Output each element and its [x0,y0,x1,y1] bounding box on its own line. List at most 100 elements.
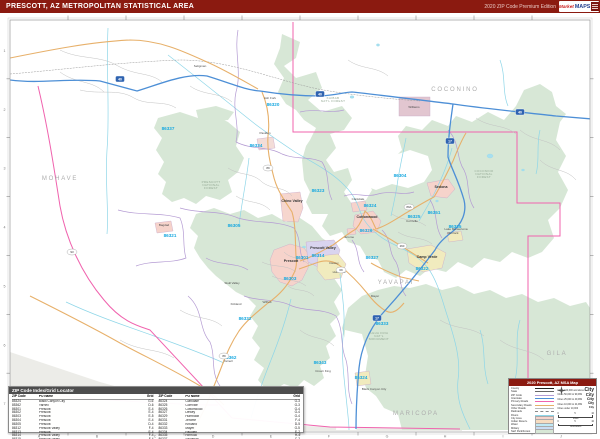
svg-text:17: 17 [448,139,452,143]
highway-shield: 69 [335,266,347,274]
town-label: Sedona [435,185,449,189]
interstate-shield: 40 [115,75,125,83]
zip-code-label: 86327 [366,255,379,260]
forest-label: PRESCOTT NATIONAL FOREST [202,180,221,190]
town-label: Seligman [194,64,207,68]
town-label: Dewey [329,261,339,265]
county-label: MOHAVE [42,176,78,182]
county-label: MARICOPA [393,411,439,417]
county-label: YAVAPAI [378,280,415,286]
zip-code-label: 86326 [360,228,373,233]
town-label: Williams [408,105,420,109]
zip-code-label: 86303 [284,276,297,281]
svg-text:69: 69 [339,268,343,272]
grid-letter: G [386,435,389,439]
logo-badge [591,2,599,11]
highway-shield: 89A [403,203,415,211]
county-label: GILA [547,351,568,357]
logo-text-market: Market [559,4,574,9]
zip-code-label: 86337 [162,126,175,131]
grid-number: 2 [4,108,6,112]
grid-number: 6 [4,343,6,347]
zip-code-label: 85324 [355,375,368,380]
svg-text:89: 89 [266,166,270,170]
map-canvas: MOHAVECOCONINOYAVAPAIGILAMARICOPA KAIBAB… [4,15,594,439]
town-label: Bagdad [159,223,170,227]
marketmaps-logo: Market MAPS [559,1,599,12]
town-label: Cottonwood [357,215,378,219]
interstate-shield: 17 [372,314,382,322]
logo-text-maps: MAPS [574,3,591,10]
zip-code-label: 86301 [296,255,309,260]
grid-letter: I [503,435,504,439]
zip-index-title: ZIP Code Index/Grid Locator [9,387,303,394]
highway-shield: 93 [66,248,78,256]
title-bar: PRESCOTT, AZ METROPOLITAN STATISTICAL AR… [0,0,600,13]
grid-letter: F [328,435,331,439]
interstate-shield: 40 [515,108,525,116]
zip-code-label: 86333 [376,321,389,326]
svg-text:93: 93 [70,250,74,254]
legend-item: Nat'l Park/Forest [511,429,555,434]
zip-code-label: 86334 [250,143,263,148]
town-label: Crown King [315,369,331,373]
scale-bar: 0 5 10 Miles [557,411,594,420]
zip-code-label: 86335 [449,224,462,229]
grid-letter: J [560,435,562,439]
grid-number: 1 [4,49,6,53]
highway-shield: 89 [262,164,274,172]
compass-rose-icon [557,386,567,395]
map-title: PRESCOTT, AZ METROPOLITAN STATISTICAL AR… [6,3,195,10]
svg-text:260: 260 [400,244,405,248]
highway-shield: 260 [396,242,408,250]
town-label: Prescott Valley [310,246,336,250]
svg-text:89: 89 [222,354,226,358]
svg-text:40: 40 [118,77,122,81]
zip-code-label: 86320 [267,102,280,107]
town-label: Skull Valley [224,281,240,285]
zip-code-label: 86304 [394,173,407,178]
town-label: Rimrock [448,231,459,235]
town-label: Wilhoit [262,300,271,304]
town-label: Kirkland [231,302,242,306]
svg-text:40: 40 [318,92,322,96]
grid-number: 3 [4,167,6,171]
legend-scale-bars: 0 5 10 Miles 0 5 10 Kilometers [557,411,594,429]
town-label: Cornville [406,219,418,223]
zip-index-column: ZIP Code PO Name Grid 86324 Clarkdale G-3 8632… [158,394,300,439]
town-label: Paulden [259,131,270,135]
interstate-shield: 40 [315,90,325,98]
town-label: Jerome [344,235,354,239]
legend-title: 2020 Prescott, AZ MSA Map [509,379,596,386]
svg-text:89A: 89A [406,205,411,209]
town-label: Ash Fork [264,96,277,100]
county-label: COCONINO [431,87,478,93]
interstate-shield: 17 [445,137,455,145]
zip-code-label: 86314 [312,253,325,258]
svg-text:40: 40 [518,110,522,114]
grid-number: 5 [4,284,6,288]
legend-symbols-column: County State ZIP Code Interstate Primary Roa… [511,387,555,434]
grid-number: 4 [4,226,6,230]
scale-bar: 0 5 10 Kilometers [557,420,594,429]
town-label: Mayer [371,294,379,298]
zip-code-label: 86351 [428,210,441,215]
svg-text:17: 17 [375,316,379,320]
map-page: PRESCOTT, AZ METROPOLITAN STATISTICAL AR… [0,0,600,439]
zip-code-label: 86332 [239,316,252,321]
town-label: Black Canyon City [362,387,387,391]
zip-code-label: 86305 [228,223,241,228]
zip-code-label: 86324 [364,203,377,208]
town-label: Camp Verde [417,255,438,259]
map-legend: 2020 Prescott, AZ MSA Map County State ZIP… [508,378,597,434]
town-label: Clarkdale [352,197,365,201]
legend-city-class: Cities under 10,000 City [557,406,594,411]
highway-shield: 89 [218,352,230,360]
legend-cities-column: Cities 100,000 and above City Cities 50,00… [557,386,594,433]
zip-code-label: 86343 [314,360,327,365]
town-label: Chino Valley [281,199,302,203]
zip-index-column: ZIP Code PO Name Grid 85324 Black Canyon Cit… [12,394,154,439]
legend-body: County State ZIP Code Interstate Primary Roa… [509,386,596,434]
zip-code-label: 86321 [164,233,177,238]
zip-code-label: 86322 [416,266,429,271]
